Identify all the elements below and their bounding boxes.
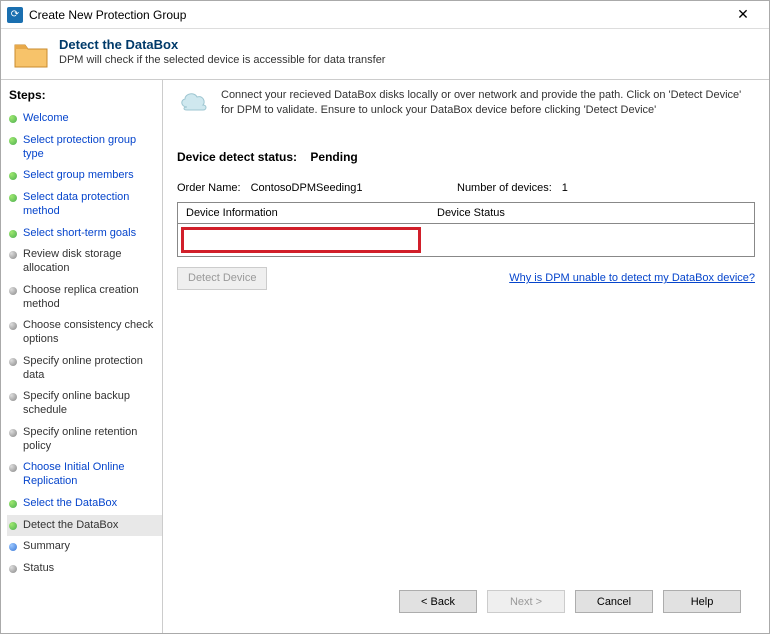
info-text: Connect your recieved DataBox disks loca… — [221, 88, 755, 118]
device-path-input[interactable] — [184, 230, 418, 250]
step-bullet-icon — [9, 464, 17, 472]
num-devices-value: 1 — [562, 182, 568, 194]
step-bullet-icon — [9, 137, 17, 145]
help-link-databox[interactable]: Why is DPM unable to detect my DataBox d… — [509, 272, 755, 284]
step-bullet-icon — [9, 543, 17, 551]
step-label: Select protection group type — [23, 134, 158, 162]
step-label: Choose consistency check options — [23, 319, 158, 347]
sidebar-title: Steps: — [9, 88, 162, 102]
step-label: Select short-term goals — [23, 227, 136, 241]
status-value: Pending — [310, 150, 357, 164]
step-label: Welcome — [23, 112, 69, 126]
sidebar-step: Specify online protection data — [7, 351, 162, 387]
sidebar-step: Status — [7, 558, 162, 580]
step-bullet-icon — [9, 500, 17, 508]
close-icon[interactable]: ✕ — [723, 3, 763, 27]
step-bullet-icon — [9, 194, 17, 202]
back-button[interactable]: < Back — [399, 590, 477, 613]
step-bullet-icon — [9, 565, 17, 573]
step-label: Select the DataBox — [23, 497, 117, 511]
order-name-value: ContosoDPMSeeding1 — [251, 182, 363, 194]
cloud-icon — [177, 88, 211, 112]
step-label: Specify online retention policy — [23, 426, 158, 454]
sidebar-step[interactable]: Welcome — [7, 108, 162, 130]
help-button[interactable]: Help — [663, 590, 741, 613]
num-devices-label: Number of devices: — [457, 182, 552, 194]
step-label: Select data protection method — [23, 191, 158, 219]
step-label: Specify online protection data — [23, 355, 158, 383]
page-title: Detect the DataBox — [59, 37, 385, 52]
sidebar-step: Detect the DataBox — [7, 515, 162, 537]
col-device-info: Device Information — [178, 203, 428, 223]
wizard-window: ⟳ Create New Protection Group ✕ Detect t… — [0, 0, 770, 634]
step-bullet-icon — [9, 251, 17, 259]
sidebar-step[interactable]: Select short-term goals — [7, 223, 162, 245]
detect-device-button[interactable]: Detect Device — [177, 267, 267, 290]
steps-sidebar: Steps: Welcome Select protection group ty… — [1, 80, 163, 633]
step-label: Summary — [23, 540, 70, 554]
device-path-cell — [181, 227, 421, 253]
sidebar-step[interactable]: Select data protection method — [7, 187, 162, 223]
sidebar-step: Review disk storage allocation — [7, 244, 162, 280]
step-label: Choose replica creation method — [23, 284, 158, 312]
step-bullet-icon — [9, 429, 17, 437]
sidebar-step: Specify online backup schedule — [7, 386, 162, 422]
step-label: Detect the DataBox — [23, 519, 118, 533]
sidebar-step: Specify online retention policy — [7, 422, 162, 458]
step-bullet-icon — [9, 287, 17, 295]
sidebar-step: Summary — [7, 536, 162, 558]
page-subtitle: DPM will check if the selected device is… — [59, 54, 385, 66]
step-bullet-icon — [9, 522, 17, 530]
col-device-status: Device Status — [428, 203, 754, 223]
step-label: Specify online backup schedule — [23, 390, 158, 418]
step-label: Review disk storage allocation — [23, 248, 158, 276]
app-icon: ⟳ — [7, 7, 23, 23]
step-bullet-icon — [9, 393, 17, 401]
step-bullet-icon — [9, 358, 17, 366]
sidebar-step[interactable]: Select protection group type — [7, 130, 162, 166]
folder-icon — [13, 39, 49, 69]
titlebar: ⟳ Create New Protection Group ✕ — [1, 1, 769, 29]
step-bullet-icon — [9, 230, 17, 238]
step-label: Status — [23, 562, 54, 576]
cancel-button[interactable]: Cancel — [575, 590, 653, 613]
step-bullet-icon — [9, 115, 17, 123]
status-label: Device detect status: — [177, 150, 297, 164]
step-label: Choose Initial Online Replication — [23, 461, 158, 489]
window-title: Create New Protection Group — [29, 8, 723, 22]
step-bullet-icon — [9, 322, 17, 330]
step-bullet-icon — [9, 172, 17, 180]
order-name-label: Order Name: — [177, 182, 241, 194]
device-table: Device Information Device Status — [177, 202, 755, 257]
wizard-header: Detect the DataBox DPM will check if the… — [1, 29, 769, 79]
sidebar-step: Choose replica creation method — [7, 280, 162, 316]
wizard-footer: < Back Next > Cancel Help — [177, 580, 755, 623]
next-button[interactable]: Next > — [487, 590, 565, 613]
sidebar-step[interactable]: Choose Initial Online Replication — [7, 457, 162, 493]
step-label: Select group members — [23, 169, 134, 183]
sidebar-step: Choose consistency check options — [7, 315, 162, 351]
sidebar-step[interactable]: Select group members — [7, 165, 162, 187]
detect-status: Device detect status: Pending — [177, 150, 755, 164]
sidebar-step[interactable]: Select the DataBox — [7, 493, 162, 515]
main-panel: Connect your recieved DataBox disks loca… — [163, 80, 769, 633]
